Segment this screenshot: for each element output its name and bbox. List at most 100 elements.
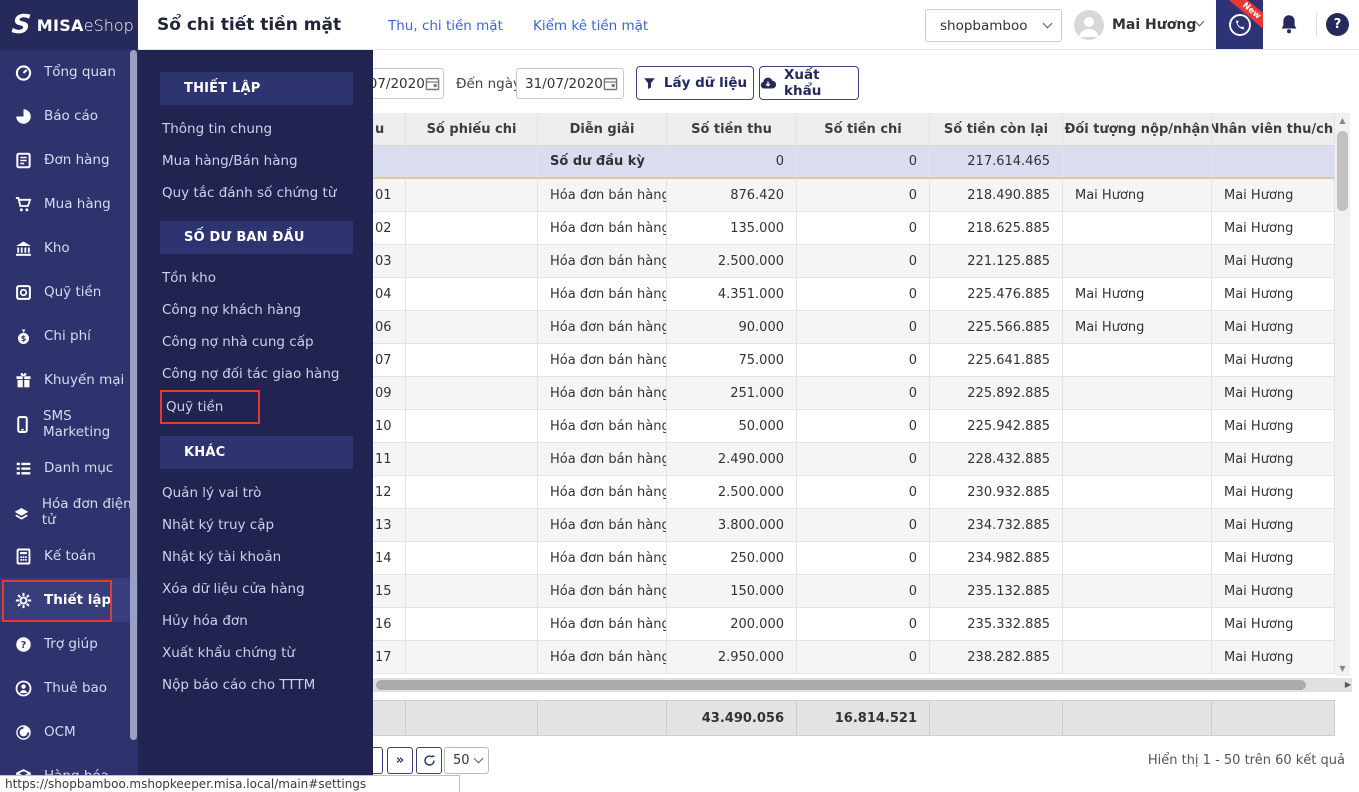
horizontal-scroll-thumb[interactable] <box>376 680 1306 690</box>
sidebar-item-orders[interactable]: Đơn hàng <box>0 138 138 182</box>
refresh-button[interactable] <box>416 747 442 774</box>
table-row[interactable]: 16 Hóa đơn bán hàng 200.000 0 235.332.885 Mai… <box>373 608 1335 641</box>
table-horizontal-scrollbar[interactable]: ▶ <box>373 678 1352 692</box>
flyout-item[interactable]: Quản lý vai trò <box>138 477 373 509</box>
avatar[interactable] <box>1074 10 1104 40</box>
flyout-item[interactable]: Quỹ tiền <box>160 390 260 424</box>
sms-phone-icon <box>13 415 32 433</box>
page-size-select[interactable]: 50 <box>444 747 489 774</box>
header-divider <box>1316 13 1317 37</box>
help-button[interactable]: ? <box>1326 13 1349 36</box>
table-row[interactable]: 06 Hóa đơn bán hàng 90.000 0 225.566.885 Mai … <box>373 311 1335 344</box>
cell: 234.732.885 <box>930 509 1063 542</box>
flyout-item[interactable]: Nhật ký truy cập <box>138 509 373 541</box>
flyout-item[interactable]: Xuất khẩu chứng từ <box>138 637 373 669</box>
table-row[interactable]: 13 Hóa đơn bán hàng 3.800.000 0 234.732.885 M… <box>373 509 1335 542</box>
flyout-item[interactable]: Công nợ nhà cung cấp <box>138 326 373 358</box>
sidebar-item-promotion-gift[interactable]: Khuyến mại <box>0 358 138 402</box>
flyout-item[interactable]: Tồn kho <box>138 262 373 294</box>
table-row[interactable]: 02 Hóa đơn bán hàng 135.000 0 218.625.885 Mai… <box>373 212 1335 245</box>
export-label: Xuất khẩu <box>784 67 822 99</box>
load-data-button[interactable]: Lấy dữ liệu <box>636 66 754 100</box>
flyout-item[interactable]: Nộp báo cáo cho TTTM <box>138 669 373 701</box>
cell: Mai Hương <box>1212 278 1335 311</box>
table-row[interactable]: 11 Hóa đơn bán hàng 2.490.000 0 228.432.885 M… <box>373 443 1335 476</box>
cell <box>406 146 538 179</box>
column-header: Nhân viên thu/chi <box>1212 113 1335 146</box>
flyout-item[interactable]: Quy tắc đánh số chứng từ <box>138 177 373 209</box>
sidebar-scrollbar[interactable] <box>130 50 137 740</box>
sidebar-item-help-circle[interactable]: ? Trợ giúp <box>0 622 138 666</box>
tab-thu-chi-tien-mat[interactable]: Thu, chi tiền mặt <box>388 18 503 34</box>
sidebar-item-ocm-swirl[interactable]: OCM <box>0 710 138 754</box>
scroll-up-icon[interactable]: ▲ <box>1335 113 1350 128</box>
export-button[interactable]: Xuất khẩu <box>759 66 859 100</box>
shop-selector[interactable]: shopbamboo <box>925 9 1062 42</box>
tab-kiem-ke-tien-mat[interactable]: Kiểm kê tiền mặt <box>533 18 648 34</box>
table-row[interactable]: 15 Hóa đơn bán hàng 150.000 0 235.132.885 Mai… <box>373 575 1335 608</box>
cell: 218.490.885 <box>930 179 1063 212</box>
sidebar-item-expense-moneybag[interactable]: $ Chi phí <box>0 314 138 358</box>
scroll-right-icon[interactable]: ▶ <box>1345 680 1351 689</box>
sidebar-item-dashboard[interactable]: Tổng quan <box>0 50 138 94</box>
scroll-down-icon[interactable]: ▼ <box>1335 661 1350 676</box>
table-row[interactable]: 14 Hóa đơn bán hàng 250.000 0 234.982.885 Mai… <box>373 542 1335 575</box>
sidebar-item-sms-phone[interactable]: SMS Marketing <box>0 402 138 446</box>
flyout-item[interactable]: Mua hàng/Bán hàng <box>138 145 373 177</box>
cell: 11 <box>373 443 406 476</box>
flyout-item[interactable]: Thông tin chung <box>138 113 373 145</box>
cell <box>406 278 538 311</box>
user-menu[interactable]: Mai Hương <box>1112 17 1196 33</box>
table-vertical-scrollbar[interactable]: ▲ ▼ <box>1335 113 1350 676</box>
cell: Mai Hương <box>1212 608 1335 641</box>
flyout-item[interactable]: Nhật ký tài khoản <box>138 541 373 573</box>
sidebar-item-accounting-calculator[interactable]: Kế toán <box>0 534 138 578</box>
cell: Hóa đơn bán hàng <box>538 575 667 608</box>
totals-cell <box>1063 700 1212 736</box>
calendar-icon[interactable] <box>425 76 440 91</box>
cell: Mai Hương <box>1212 344 1335 377</box>
vertical-scroll-thumb[interactable] <box>1337 131 1348 211</box>
calendar-icon[interactable] <box>603 76 618 91</box>
table-header-row[interactable]: u Số phiếu chi Diễn giải Số tiền thu Số tiền… <box>373 113 1335 146</box>
flyout-item[interactable]: Công nợ đối tác giao hàng <box>138 358 373 390</box>
table-row[interactable]: 10 Hóa đơn bán hàng 50.000 0 225.942.885 Mai … <box>373 410 1335 443</box>
opening-balance-row[interactable]: Số dư đầu kỳ 0 0 217.614.465 <box>373 146 1335 179</box>
flyout-item[interactable]: Hủy hóa đơn <box>138 605 373 637</box>
cell: 135.000 <box>667 212 797 245</box>
cell: Mai Hương <box>1212 212 1335 245</box>
table-row[interactable]: 03 Hóa đơn bán hàng 2.500.000 0 221.125.885 M… <box>373 245 1335 278</box>
page-title: Sổ chi tiết tiền mặt <box>157 15 342 35</box>
sidebar-item-goods-box[interactable]: Hàng hóa <box>0 754 138 775</box>
table-row[interactable]: 07 Hóa đơn bán hàng 75.000 0 225.641.885 Mai … <box>373 344 1335 377</box>
sidebar-item-category-list[interactable]: Danh mục <box>0 446 138 490</box>
table-row[interactable]: 04 Hóa đơn bán hàng 4.351.000 0 225.476.885 M… <box>373 278 1335 311</box>
cell: 50.000 <box>667 410 797 443</box>
cell: 225.641.885 <box>930 344 1063 377</box>
table-row[interactable]: 01 Hóa đơn bán hàng 876.420 0 218.490.885 Mai… <box>373 179 1335 212</box>
cell: 238.282.885 <box>930 641 1063 674</box>
sidebar-item-warehouse[interactable]: Kho <box>0 226 138 270</box>
sidebar-item-report-pie[interactable]: Báo cáo <box>0 94 138 138</box>
cell: 01 <box>373 179 406 212</box>
table-row[interactable]: 12 Hóa đơn bán hàng 2.500.000 0 230.932.885 M… <box>373 476 1335 509</box>
flyout-item[interactable]: Công nợ khách hàng <box>138 294 373 326</box>
phone-support-button[interactable]: New <box>1216 0 1263 49</box>
sidebar-item-purchase-cart[interactable]: Mua hàng <box>0 182 138 226</box>
cell <box>406 509 538 542</box>
sidebar-item-subscription-person[interactable]: Thuê bao <box>0 666 138 710</box>
sidebar-item-cash-safe[interactable]: Quỹ tiền <box>0 270 138 314</box>
last-page-button[interactable]: » <box>387 747 413 774</box>
to-date-input[interactable]: 31/07/2020 <box>516 68 624 99</box>
cell: 14 <box>373 542 406 575</box>
subscription-person-icon <box>13 679 33 697</box>
table-row[interactable]: 09 Hóa đơn bán hàng 251.000 0 225.892.885 Mai… <box>373 377 1335 410</box>
cell: 230.932.885 <box>930 476 1063 509</box>
sidebar-item-einvoice-layers[interactable]: Hóa đơn điện tử <box>0 490 138 534</box>
app-logo[interactable]: S MISAeShop <box>0 0 138 50</box>
notifications-bell-icon[interactable] <box>1276 12 1302 38</box>
sidebar-item-settings-gear[interactable]: Thiết lập <box>0 578 138 622</box>
flyout-item[interactable]: Xóa dữ liệu cửa hàng <box>138 573 373 605</box>
page-size-value: 50 <box>453 753 470 768</box>
table-row[interactable]: 17 Hóa đơn bán hàng 2.950.000 0 238.282.885 M… <box>373 641 1335 674</box>
